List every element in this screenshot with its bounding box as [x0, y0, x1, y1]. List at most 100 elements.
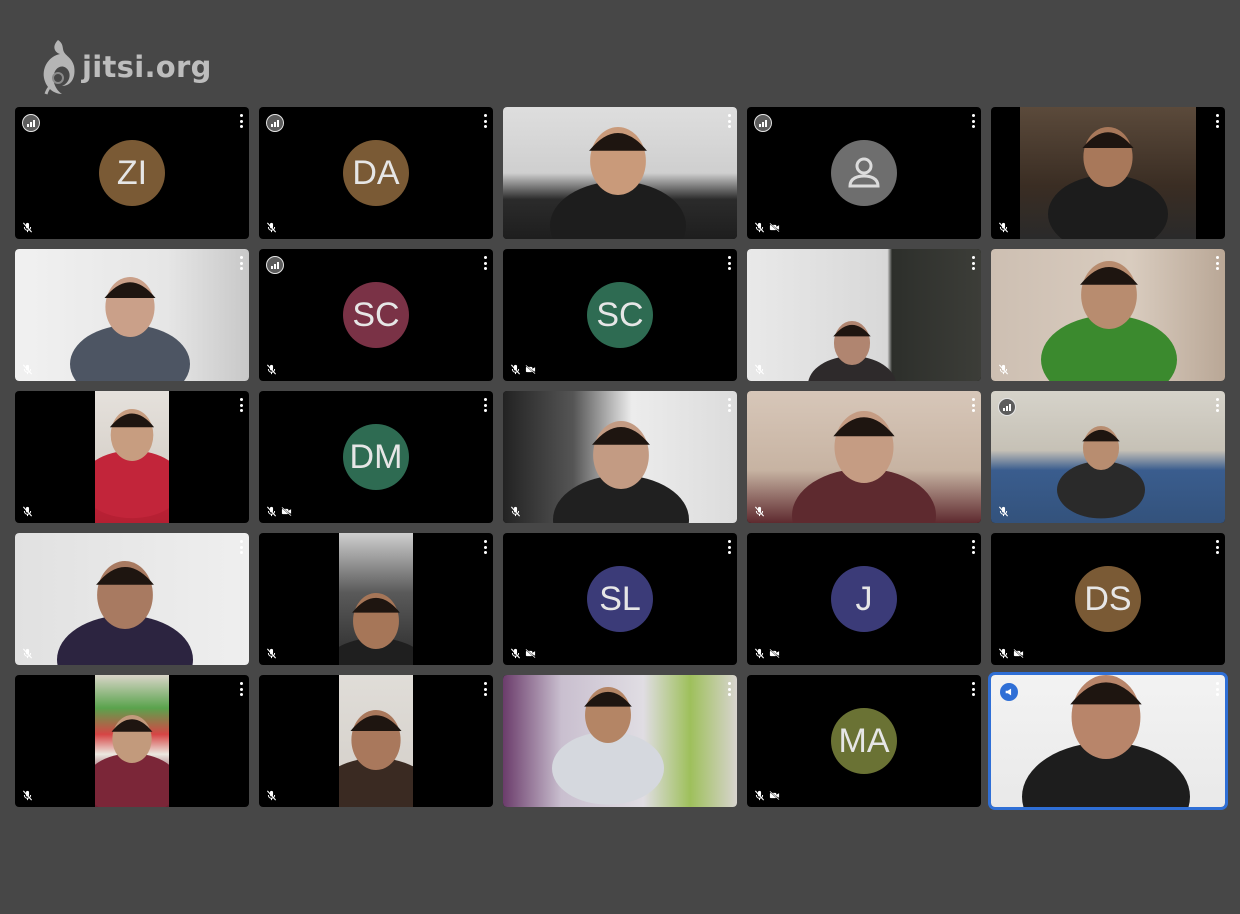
more-options-icon[interactable]: [971, 114, 975, 128]
participant-tile[interactable]: DM: [259, 391, 493, 523]
more-options-icon[interactable]: [239, 540, 243, 554]
participant-figure: [1048, 127, 1168, 239]
more-options-icon[interactable]: [239, 256, 243, 270]
participant-figure: [553, 421, 689, 523]
mic-muted-icon: [998, 222, 1009, 233]
participant-avatar: MA: [831, 708, 897, 774]
more-options-icon[interactable]: [971, 540, 975, 554]
participant-tile[interactable]: [259, 675, 493, 807]
participant-video: [95, 675, 169, 807]
mic-muted-icon: [22, 364, 33, 375]
participant-status-indicators: [510, 364, 536, 375]
more-options-icon[interactable]: [1215, 682, 1219, 696]
mic-muted-icon: [266, 506, 277, 517]
participant-tile[interactable]: [15, 533, 249, 665]
more-options-icon[interactable]: [1215, 256, 1219, 270]
more-options-icon[interactable]: [1215, 398, 1219, 412]
participant-status-indicators: [754, 790, 780, 801]
more-options-icon[interactable]: [727, 256, 731, 270]
participant-video: [339, 675, 413, 807]
mic-muted-icon: [22, 506, 33, 517]
more-options-icon[interactable]: [1215, 540, 1219, 554]
participant-tile[interactable]: [991, 249, 1225, 381]
participant-tile[interactable]: DS: [991, 533, 1225, 665]
more-options-icon[interactable]: [971, 398, 975, 412]
mic-muted-icon: [266, 790, 277, 801]
participant-tile[interactable]: [991, 391, 1225, 523]
participant-status-indicators: [754, 648, 780, 659]
more-options-icon[interactable]: [239, 398, 243, 412]
participant-avatar: [831, 140, 897, 206]
participant-figure: [552, 687, 664, 805]
participant-avatar: DM: [343, 424, 409, 490]
participant-tile[interactable]: SC: [503, 249, 737, 381]
more-options-icon[interactable]: [483, 256, 487, 270]
more-options-icon[interactable]: [483, 682, 487, 696]
mic-muted-icon: [510, 506, 521, 517]
more-options-icon[interactable]: [727, 114, 731, 128]
camera-off-icon: [769, 222, 780, 233]
participant-tile[interactable]: [991, 107, 1225, 239]
participant-tile[interactable]: ZI: [15, 107, 249, 239]
connection-indicator-icon[interactable]: [754, 114, 772, 132]
more-options-icon[interactable]: [727, 540, 731, 554]
more-options-icon[interactable]: [727, 398, 731, 412]
jitsi-logo-icon: [43, 40, 75, 95]
participant-video: [503, 107, 737, 239]
mic-muted-icon: [266, 648, 277, 659]
participant-figure: [70, 277, 190, 381]
participant-tile[interactable]: [747, 249, 981, 381]
camera-off-icon: [769, 790, 780, 801]
participant-tile[interactable]: MA: [747, 675, 981, 807]
participant-video: [747, 391, 981, 523]
participant-avatar: DS: [1075, 566, 1141, 632]
participant-status-indicators: [998, 506, 1009, 517]
participant-status-indicators: [266, 790, 277, 801]
participant-status-indicators: [998, 648, 1024, 659]
participant-tile[interactable]: SC: [259, 249, 493, 381]
camera-off-icon: [525, 648, 536, 659]
more-options-icon[interactable]: [971, 682, 975, 696]
participant-status-indicators: [510, 506, 521, 517]
connection-indicator-icon[interactable]: [266, 256, 284, 274]
mic-muted-icon: [998, 506, 1009, 517]
jitsi-logo[interactable]: jitsi.org: [36, 36, 212, 98]
participant-tile[interactable]: [15, 249, 249, 381]
participant-tile[interactable]: [747, 107, 981, 239]
more-options-icon[interactable]: [483, 540, 487, 554]
more-options-icon[interactable]: [483, 114, 487, 128]
more-options-icon[interactable]: [239, 114, 243, 128]
participant-tile[interactable]: DA: [259, 107, 493, 239]
participant-video: [503, 675, 737, 807]
mic-muted-icon: [266, 364, 277, 375]
participant-tile[interactable]: [991, 675, 1225, 807]
user-icon: [848, 157, 880, 188]
participant-tile[interactable]: [15, 391, 249, 523]
more-options-icon[interactable]: [483, 398, 487, 412]
more-options-icon[interactable]: [239, 682, 243, 696]
connection-indicator-icon[interactable]: [22, 114, 40, 132]
participant-tile[interactable]: [503, 107, 737, 239]
more-options-icon[interactable]: [727, 682, 731, 696]
more-options-icon[interactable]: [971, 256, 975, 270]
participant-tile[interactable]: [503, 675, 737, 807]
participant-tile[interactable]: [747, 391, 981, 523]
camera-off-icon: [1013, 648, 1024, 659]
connection-indicator-icon[interactable]: [266, 114, 284, 132]
mic-muted-icon: [998, 364, 1009, 375]
mic-muted-icon: [22, 648, 33, 659]
more-options-icon[interactable]: [1215, 114, 1219, 128]
participant-status-indicators: [510, 648, 536, 659]
participant-status-indicators: [998, 364, 1009, 375]
participant-status-indicators: [22, 790, 33, 801]
participant-video: [1020, 107, 1196, 239]
mic-muted-icon: [510, 364, 521, 375]
participant-tile[interactable]: SL: [503, 533, 737, 665]
participant-tile[interactable]: [259, 533, 493, 665]
connection-indicator-icon[interactable]: [998, 398, 1016, 416]
participant-tile[interactable]: J: [747, 533, 981, 665]
participant-status-indicators: [22, 648, 33, 659]
participant-tile[interactable]: [503, 391, 737, 523]
participant-tile[interactable]: [15, 675, 249, 807]
participant-video: [15, 533, 249, 665]
